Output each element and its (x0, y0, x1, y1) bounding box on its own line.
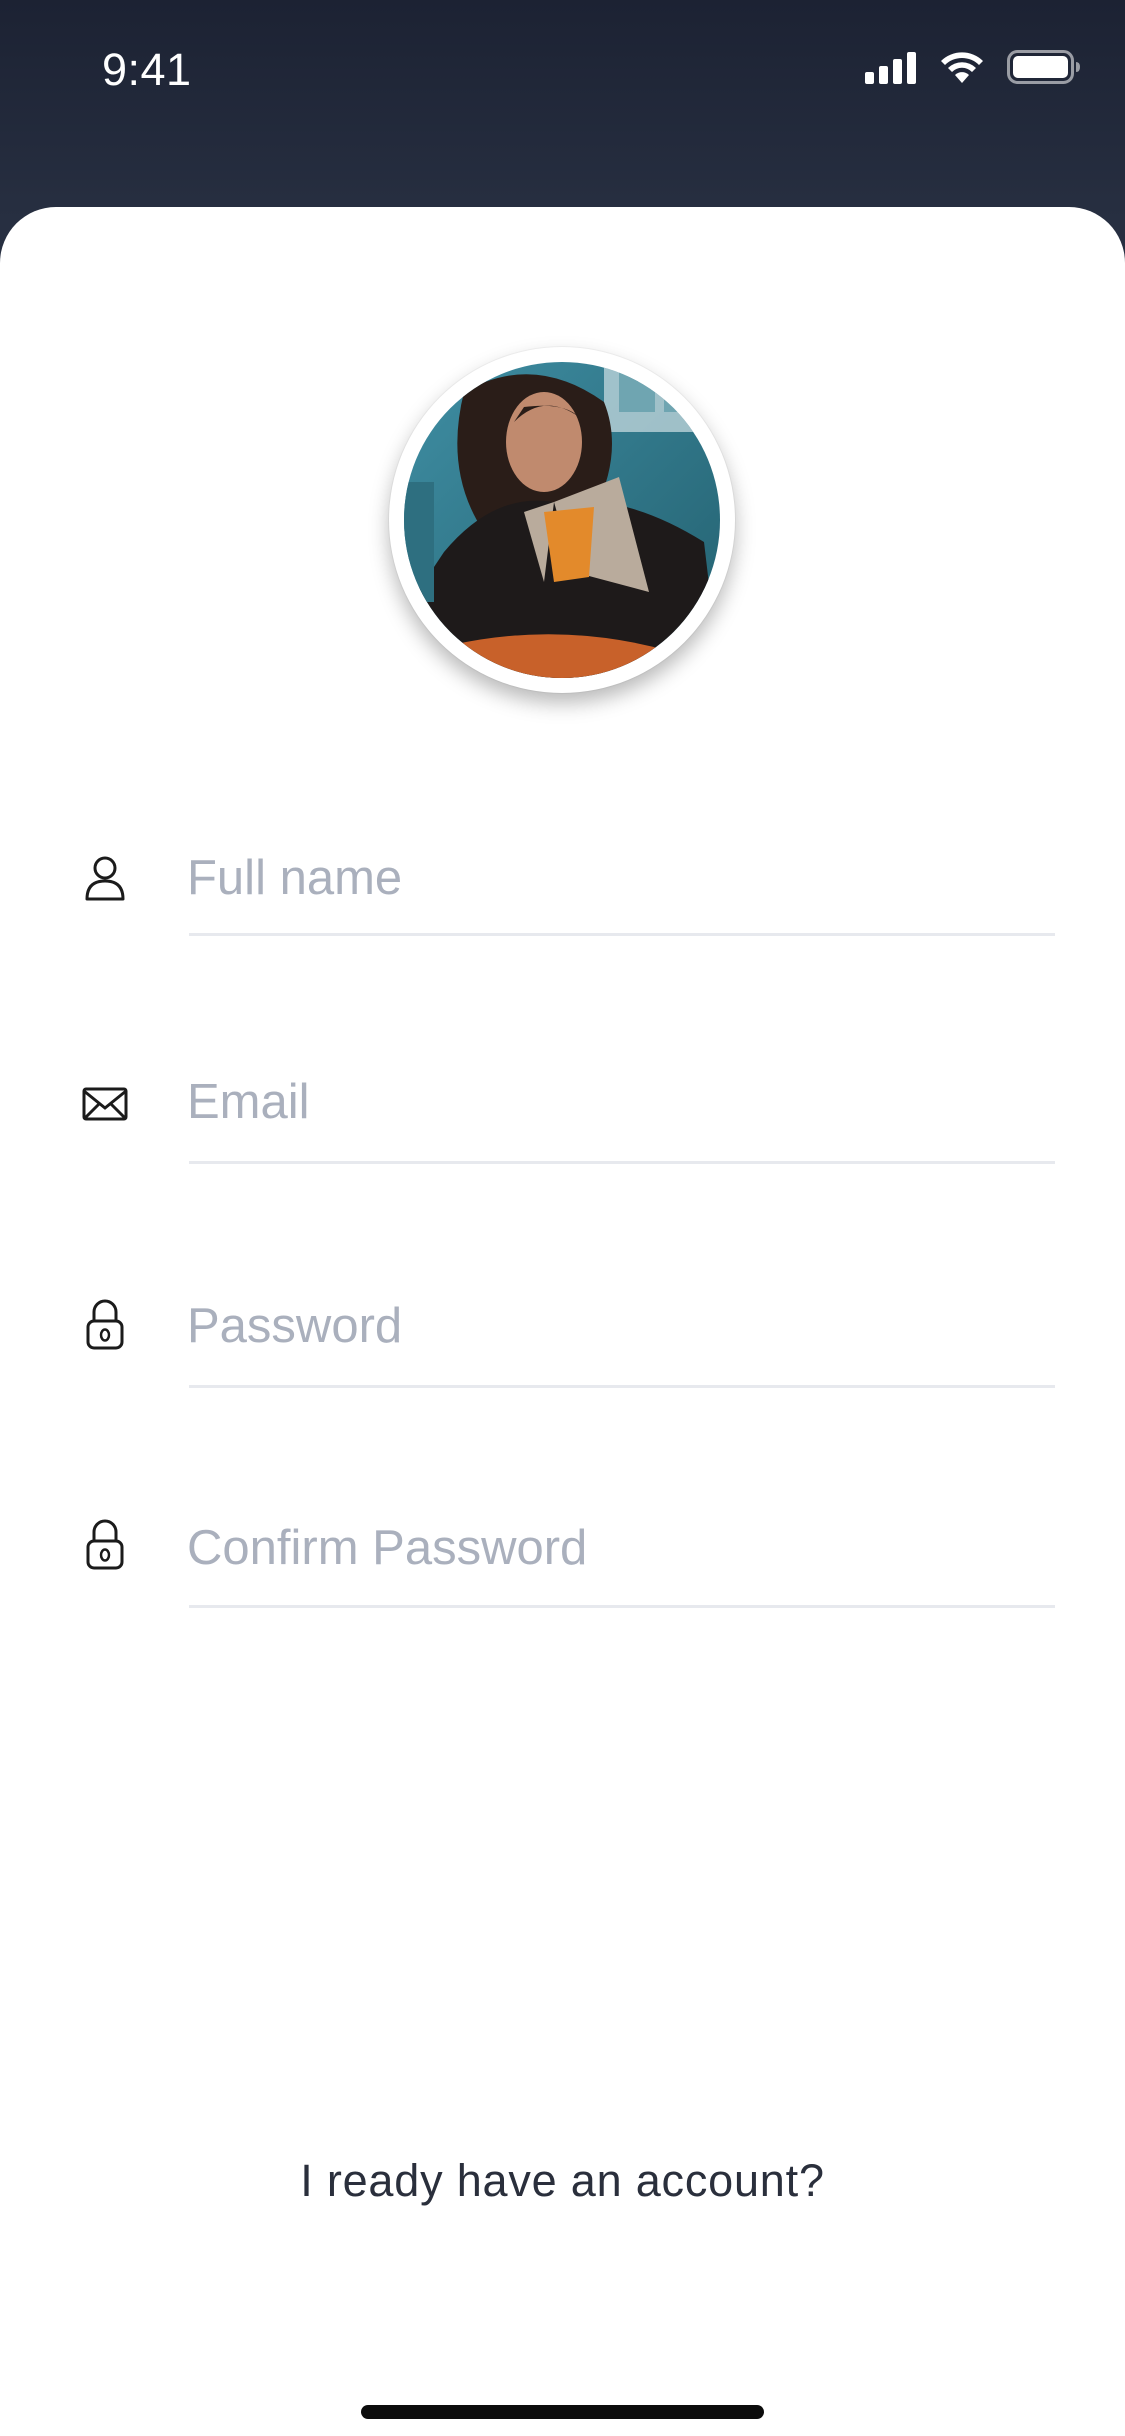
sign-in-link[interactable]: I ready have an account? (0, 2155, 1125, 2207)
home-indicator[interactable] (361, 2405, 764, 2419)
user-icon (80, 853, 130, 903)
confirm-password-field (0, 1501, 1125, 1621)
signup-card: I ready have an account? (0, 207, 1125, 2436)
confirm-password-divider (189, 1605, 1055, 1608)
battery-icon (1007, 50, 1081, 84)
lock-icon (80, 1297, 130, 1350)
email-input[interactable] (187, 1067, 1055, 1137)
cellular-signal-icon (865, 50, 917, 84)
password-divider (189, 1385, 1055, 1388)
profile-photo (404, 362, 720, 678)
wifi-icon (939, 50, 985, 84)
full-name-divider (189, 933, 1055, 936)
email-divider (189, 1161, 1055, 1164)
confirm-password-input[interactable] (187, 1513, 1055, 1583)
status-bar: 9:41 (0, 0, 1125, 140)
envelope-icon (80, 1079, 130, 1129)
password-field (0, 1281, 1125, 1401)
status-time: 9:41 (102, 44, 192, 95)
full-name-field (0, 830, 1125, 950)
avatar[interactable] (389, 347, 735, 693)
lock-icon (80, 1517, 130, 1570)
signup-screen: 9:41 Full name Email I ready have an acc… (0, 0, 1125, 2436)
password-input[interactable] (187, 1291, 1055, 1361)
email-field (0, 1057, 1125, 1177)
full-name-input[interactable] (187, 843, 1055, 913)
status-icons (865, 50, 1081, 84)
